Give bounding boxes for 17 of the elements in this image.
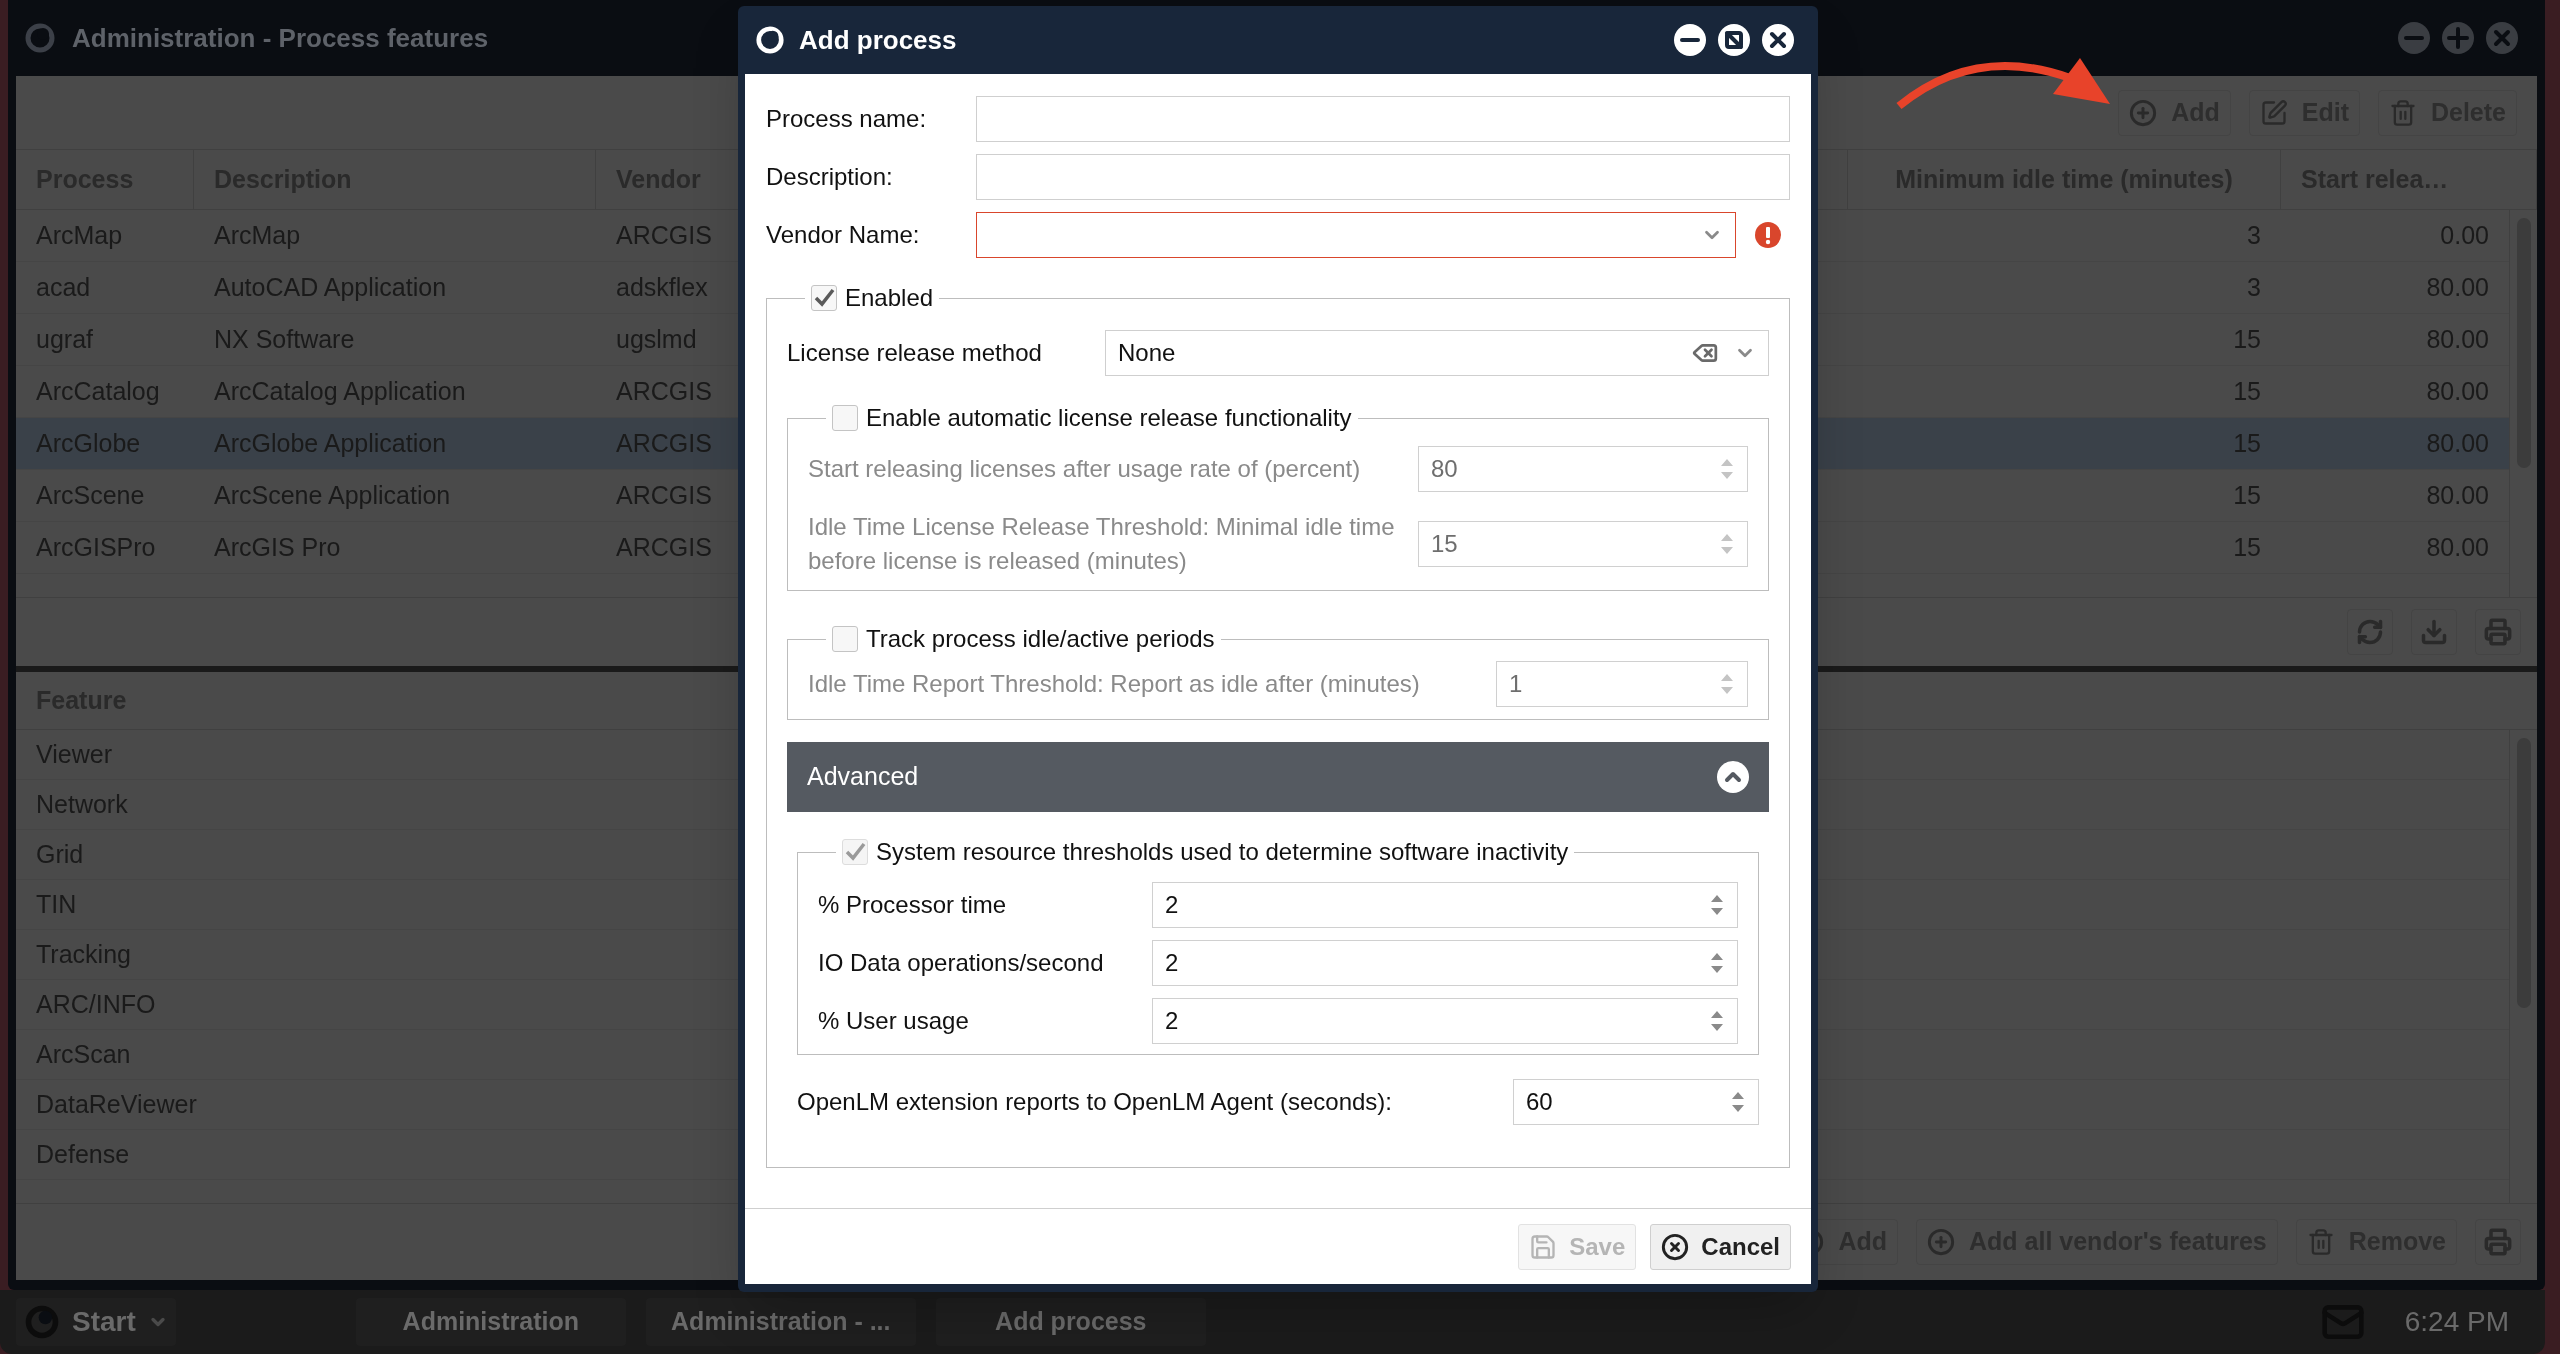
field-label: OpenLM extension reports to OpenLM Agent (seconds): [797,1087,1393,1117]
group-label: Enable automatic license release functionality [866,403,1352,433]
field-label: Process name: [766,104,928,134]
dialog-title: Add process [799,23,957,57]
group-label: System resource thresholds used to determine software inactivity [876,837,1569,867]
field-label: Vendor Name: [766,220,921,250]
group-label: Track process idle/active periods [866,624,1215,654]
field-label: Idle Time License Release Threshold: Minimal idle time before license is released (minutes) [808,512,1396,576]
field-label: IO Data operations/second [818,948,1105,978]
field-label: Start releasing licenses after usage rate of (percent) [808,454,1362,484]
field-label: % Processor time [818,890,1008,920]
field-label: Idle Time Report Threshold: Report as idle after (minutes) [808,669,1421,699]
field-label: License release method [787,338,1043,368]
group-label: Enabled [845,283,934,313]
field-label: Description: [766,162,894,192]
clock: 6:24 PM [2404,1305,2509,1339]
window-title: Administration - Process features [72,21,489,55]
